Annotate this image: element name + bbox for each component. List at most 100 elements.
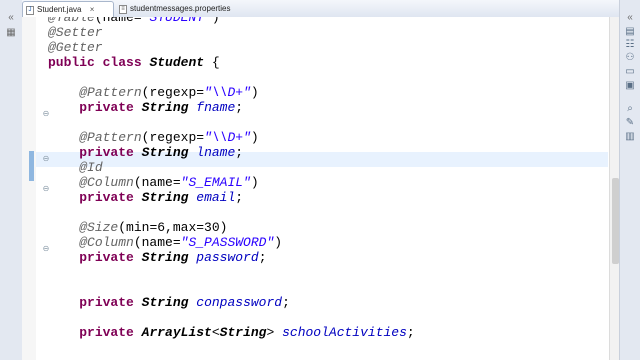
code-line[interactable]: @Getter	[48, 40, 415, 55]
scrollbar-thumb[interactable]	[612, 178, 619, 264]
code-line[interactable]	[48, 310, 415, 325]
code-token: "STUDENT"	[141, 17, 212, 25]
code-line[interactable]	[48, 205, 415, 220]
code-line[interactable]: private String conpassword;	[48, 295, 415, 310]
code-line[interactable]: @Pattern(regexp="\\D+")	[48, 85, 415, 100]
code-line[interactable]: private String lname;	[48, 145, 415, 160]
code-token: String	[141, 250, 189, 265]
code-line[interactable]	[48, 340, 415, 355]
code-token: class	[102, 55, 142, 70]
java-file-icon: J	[26, 6, 34, 15]
code-editor[interactable]: ⊖ ⊖ ⊖ ⊖ @Table(name="STUDENT") @Setter @Ge…	[22, 17, 620, 360]
code-token: )	[250, 175, 259, 190]
console-icon[interactable]: ▭	[623, 66, 637, 78]
code-token: >	[266, 325, 283, 340]
code-token: conpassword	[196, 295, 283, 310]
code-token: ;	[235, 100, 244, 115]
code-token: @Pattern	[79, 85, 142, 100]
code-line[interactable]: private String fname;	[48, 100, 415, 115]
code-line[interactable]	[48, 115, 415, 130]
code-line[interactable]	[48, 280, 415, 295]
code-token: private	[79, 250, 134, 265]
servers-icon[interactable]: ▥	[623, 131, 637, 143]
code-token: public	[48, 55, 95, 70]
code-token: ;	[282, 295, 290, 310]
code-line[interactable]: @Column(name="S_PASSWORD")	[48, 235, 415, 250]
code-token: private	[79, 190, 134, 205]
code-line[interactable]	[48, 265, 415, 280]
code-token: @Pattern	[79, 130, 142, 145]
outline-icon[interactable]: ☷	[623, 39, 637, 51]
code-token: private	[79, 295, 134, 310]
code-line[interactable]	[48, 70, 415, 85]
left-trim-bar: « ▦	[0, 0, 23, 360]
code-token: "\\D+"	[204, 85, 251, 100]
close-tab-button[interactable]: ×	[90, 2, 95, 18]
code-token: (regexp=	[141, 85, 205, 100]
bookmarks-icon[interactable]: ✎	[623, 117, 637, 129]
tab-label: Student.java	[37, 5, 82, 14]
code-line[interactable]: @Column(name="S_EMAIL")	[48, 175, 415, 190]
code-line[interactable]: public class Student {	[48, 55, 415, 70]
code-line[interactable]: private ArrayList<String> schoolActiviti…	[48, 325, 415, 340]
code-line[interactable]: @Pattern(regexp="\\D+")	[48, 130, 415, 145]
task-list-icon[interactable]: ▤	[623, 26, 637, 38]
code-token: ;	[235, 145, 244, 160]
code-token: name=	[102, 17, 142, 25]
change-marker	[29, 151, 34, 181]
code-token: @Column	[79, 175, 134, 190]
code-line[interactable]: @Id	[48, 160, 415, 175]
code-token: private	[79, 100, 134, 115]
tab-studentmessages-properties[interactable]: ≡ studentmessages.properties	[116, 1, 266, 17]
code-line[interactable]: @Table(name="STUDENT")	[48, 17, 415, 25]
code-token: @Table	[48, 17, 95, 25]
code-token: )	[274, 235, 283, 250]
code-line[interactable]: @Size(min=6,max=30)	[48, 220, 415, 235]
right-trim-bar: « ▤ ☷ ⚇ ▭ ▣ ⌕ ✎ ▥	[619, 0, 640, 360]
code-token: private	[79, 145, 134, 160]
code-token: ;	[406, 325, 415, 340]
code-token: (min=6,max=30)	[118, 220, 228, 235]
code-token: )	[250, 130, 259, 145]
editor-tab-bar: J Student.java × ≡ studentmessages.prope…	[22, 0, 620, 18]
code-token: @Size	[79, 220, 119, 235]
code-token: "S_PASSWORD"	[180, 235, 275, 250]
collapse-icon[interactable]: «	[623, 12, 637, 24]
source-code[interactable]: @Table(name="STUDENT") @Setter @Getter publ…	[48, 17, 415, 355]
hierarchy-icon[interactable]: ⚇	[623, 52, 637, 64]
problems-icon[interactable]: ▣	[623, 80, 637, 92]
code-token: String	[141, 145, 189, 160]
code-token: String	[219, 325, 267, 340]
code-token: password	[196, 250, 259, 265]
tab-student-java[interactable]: J Student.java ×	[22, 1, 114, 17]
code-token: @Id	[79, 160, 103, 175]
code-line[interactable]: @Setter	[48, 25, 415, 40]
code-token: ArrayList	[141, 325, 212, 340]
tab-label: studentmessages.properties	[130, 4, 231, 13]
code-token: ;	[258, 250, 267, 265]
code-line[interactable]: private String password;	[48, 250, 415, 265]
collapse-icon[interactable]: «	[4, 12, 18, 24]
code-token: (name=	[133, 235, 181, 250]
code-line[interactable]: private String email;	[48, 190, 415, 205]
search-icon[interactable]: ⌕	[623, 103, 637, 115]
package-explorer-icon[interactable]: ▦	[4, 27, 18, 39]
code-token: (name=	[133, 175, 181, 190]
code-token: @Setter	[48, 25, 103, 40]
code-token: fname	[196, 100, 236, 115]
code-token: "S_EMAIL"	[180, 175, 251, 190]
